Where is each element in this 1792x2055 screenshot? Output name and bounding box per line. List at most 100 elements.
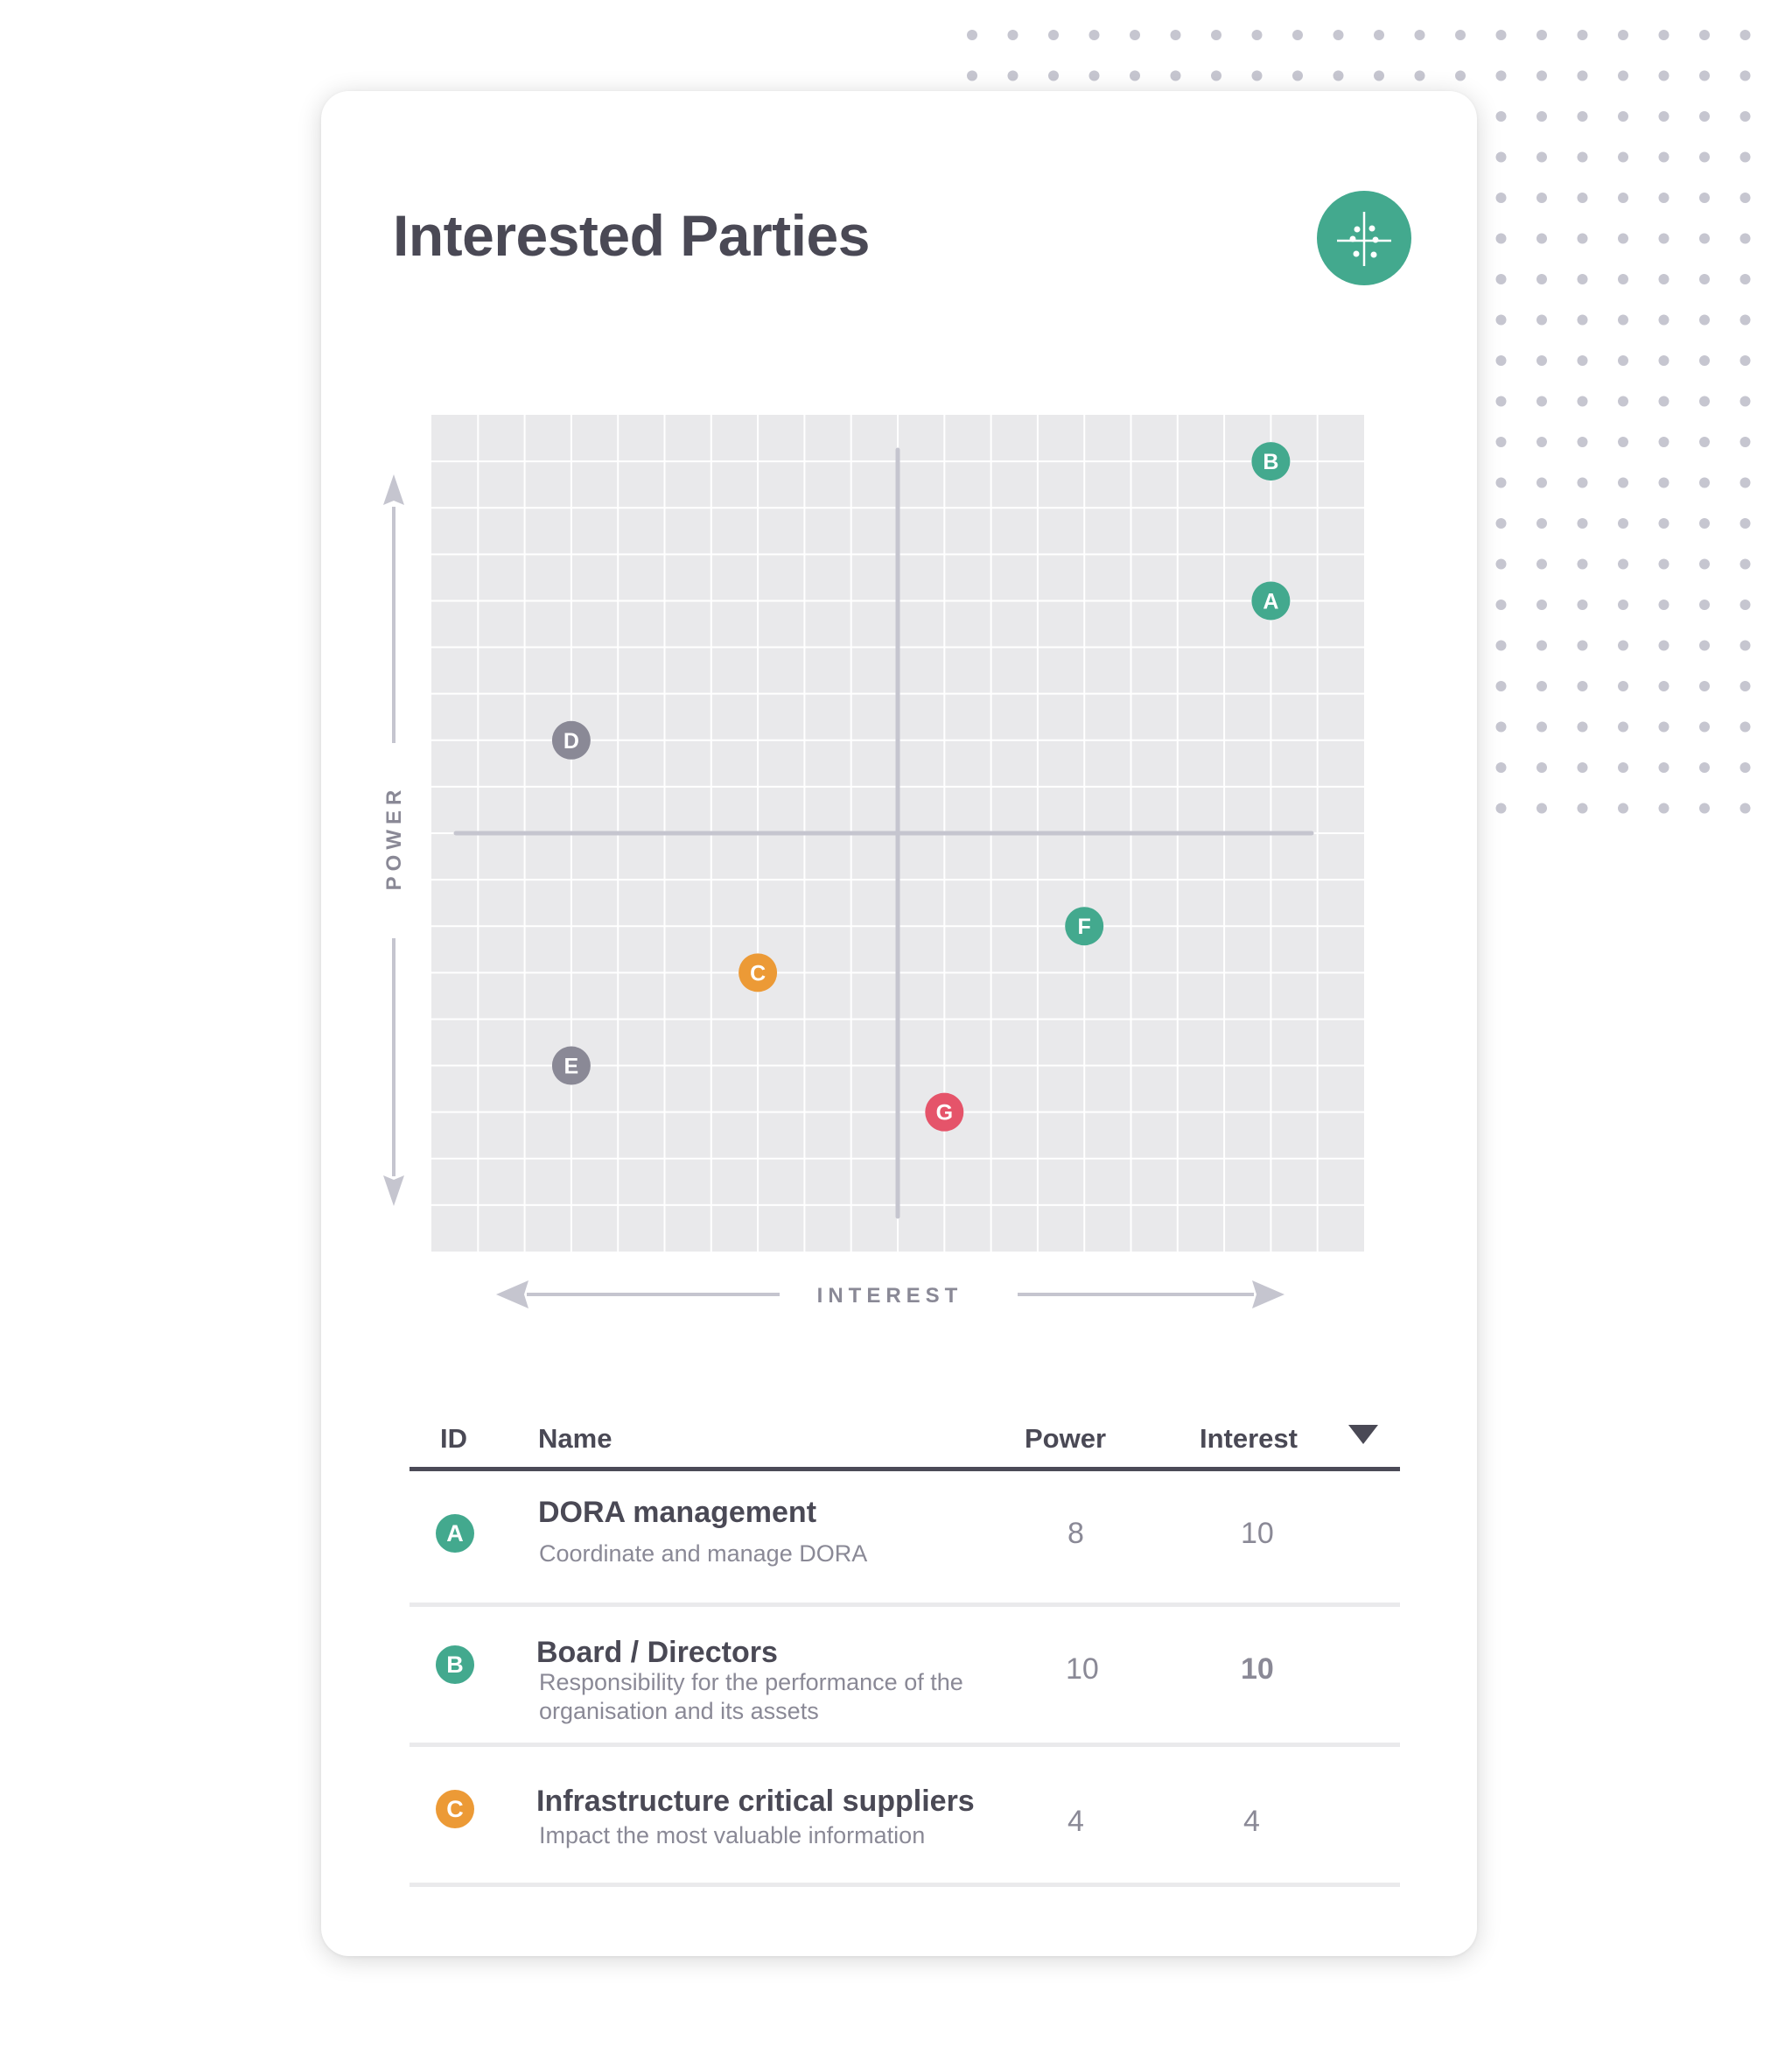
pattern-dot [1495,762,1507,773]
pattern-dot [1658,721,1670,733]
pattern-dot [1495,803,1507,814]
pattern-dot [1577,314,1588,326]
power-value: 10 [1066,1652,1099,1686]
data-point-d[interactable]: D [551,720,591,760]
pattern-dot [1495,600,1507,610]
pattern-dot [1740,151,1751,163]
y-axis-label: POWER [382,785,406,891]
pattern-dot [1740,396,1751,407]
pattern-dot [1740,437,1751,447]
pattern-dot [1251,30,1263,40]
pattern-dot [1740,803,1751,814]
pattern-dot [1699,70,1710,81]
pattern-dot [1699,558,1710,570]
pattern-dot [1699,681,1710,691]
pattern-dot [1699,355,1710,366]
pattern-dot [1577,518,1588,529]
pattern-dot [1618,762,1628,773]
pattern-dot [1618,518,1628,529]
table-row[interactable]: A DORA management Coordinate and manage … [410,1471,1400,1607]
pattern-dot [1495,30,1507,40]
data-point-e[interactable]: E [551,1046,591,1085]
column-header-id[interactable]: ID [440,1423,467,1455]
data-point-a[interactable]: A [1251,581,1291,621]
pattern-dot [1699,274,1710,284]
data-point-c[interactable]: C [738,953,778,992]
pattern-dot [1699,233,1710,244]
pattern-dot [1699,314,1710,326]
pattern-dot [1699,30,1710,40]
point-label: G [936,1101,953,1126]
pattern-dot [1699,803,1710,814]
pattern-dot [1536,111,1547,122]
pattern-dot [1618,193,1628,203]
pattern-dot [1618,30,1628,40]
pattern-dot [1740,600,1751,610]
pattern-dot [1495,151,1507,163]
data-point-b[interactable]: B [1251,442,1291,481]
pattern-dot [1618,721,1628,733]
pattern-dot [1618,274,1628,284]
pattern-dot [1618,233,1628,244]
point-label: A [1263,589,1278,614]
pattern-dot [1740,558,1751,570]
pattern-dot [1699,396,1710,407]
point-label: F [1078,915,1091,939]
pattern-dot [967,70,977,81]
table-row[interactable]: B Board / Directors Responsibility for t… [410,1607,1400,1747]
point-label: C [750,961,766,985]
pattern-dot [1658,193,1670,203]
arrow-right-icon [1252,1280,1284,1308]
pattern-dot [1536,274,1547,284]
party-id-badge: A [436,1514,474,1553]
pattern-dot [1618,355,1628,366]
pattern-dot [1658,681,1670,691]
column-header-interest[interactable]: Interest [1200,1423,1298,1455]
party-id-badge: B [436,1645,474,1684]
table-row[interactable]: C Infrastructure critical suppliers Impa… [410,1747,1400,1887]
pattern-dot [1536,721,1547,733]
pattern-dot [1577,477,1588,488]
pattern-dot [1495,518,1507,529]
pattern-dot [1699,437,1710,447]
pattern-dot [1088,30,1100,40]
pattern-dot [1699,600,1710,610]
pattern-dot [1130,30,1140,40]
data-point-f[interactable]: F [1065,907,1104,946]
column-header-power[interactable]: Power [1025,1423,1106,1455]
pattern-dot [1536,437,1547,447]
pattern-dot [1536,640,1547,651]
pattern-dot [1414,30,1425,40]
party-name: Infrastructure critical suppliers [536,1785,975,1818]
pattern-dot [1740,70,1751,81]
pattern-dot [1292,70,1303,81]
pattern-dot [1618,681,1628,691]
pattern-dot [1170,30,1181,40]
interested-parties-card: Interested Parties BADFCEG POWER INTERES… [321,91,1477,1956]
pattern-dot [1577,558,1588,570]
column-header-name[interactable]: Name [538,1423,612,1455]
pattern-dot [1618,558,1628,570]
pattern-dot [1211,70,1222,81]
pattern-dot [1658,600,1670,610]
pattern-dot [1658,233,1670,244]
pattern-dot [1211,30,1222,40]
pattern-dot [1658,477,1670,488]
sort-descending-icon[interactable] [1348,1425,1378,1444]
arrow-left-icon [496,1280,528,1308]
party-id-badge: C [436,1790,474,1828]
pattern-dot [1699,477,1710,488]
pattern-dot [1536,30,1547,40]
pattern-dot [1333,70,1344,81]
point-label: D [564,729,579,754]
pattern-dot [1577,70,1588,81]
data-point-g[interactable]: G [925,1092,964,1132]
interest-value: 4 [1243,1805,1260,1838]
pattern-dot [1495,70,1507,81]
pattern-dot [1536,151,1547,163]
pattern-dot [1333,30,1344,40]
pattern-dot [1618,396,1628,407]
pattern-dot [1455,70,1466,81]
pattern-dot [1618,70,1628,81]
arrow-up-icon [383,474,404,505]
